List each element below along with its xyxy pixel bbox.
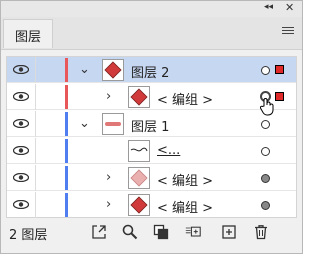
layer-thumbnail — [102, 113, 124, 135]
layer-row[interactable]: › < 编组 > — [7, 165, 296, 191]
search-icon[interactable] — [122, 224, 138, 240]
layer-row[interactable]: ⌄ 图层 1 — [7, 111, 296, 137]
divider — [35, 165, 36, 191]
selection-indicator[interactable] — [275, 65, 284, 74]
chevron-right-icon[interactable]: › — [106, 170, 111, 186]
layer-color-bar — [65, 58, 68, 82]
layer-row[interactable]: ⌄ 图层 2 — [7, 57, 296, 83]
layer-color-bar — [65, 166, 68, 190]
chevron-right-icon[interactable]: › — [106, 197, 111, 213]
chevron-down-icon[interactable]: ⌄ — [79, 62, 90, 78]
clipping-mask-icon[interactable] — [153, 224, 169, 240]
new-layer-icon[interactable] — [221, 224, 237, 240]
trash-icon[interactable] — [253, 224, 269, 240]
target-circle[interactable] — [261, 147, 270, 156]
layer-color-bar — [65, 139, 68, 163]
tab-row: 图层 — [1, 17, 302, 50]
layer-color-bar — [65, 112, 68, 136]
layer-list: ⌄ 图层 2 › < 编组 > ⌄ 图层 1 <... › < 编组 > › <… — [6, 56, 297, 218]
chevron-right-icon[interactable]: › — [106, 89, 111, 105]
chevron-down-icon[interactable]: ⌄ — [79, 116, 90, 132]
layer-thumbnail — [128, 167, 150, 189]
layer-row[interactable]: › < 编组 > — [7, 192, 296, 218]
layer-thumbnail — [128, 194, 150, 216]
eye-icon[interactable] — [13, 119, 29, 128]
layer-thumbnail — [128, 86, 150, 108]
layers-panel: ◂◂ ✕ 图层 ⌄ 图层 2 › < 编组 > ⌄ 图层 1 <... › < … — [0, 0, 303, 254]
layer-color-bar — [65, 193, 68, 217]
eye-icon[interactable] — [13, 92, 29, 101]
hamburger-icon[interactable] — [282, 27, 294, 37]
new-sublayer-icon[interactable] — [185, 224, 201, 240]
layer-thumbnail — [102, 59, 124, 81]
layer-label[interactable]: <... — [157, 143, 180, 158]
divider — [35, 57, 36, 83]
layer-label[interactable]: < 编组 > — [157, 89, 213, 108]
eye-icon[interactable] — [13, 146, 29, 155]
divider — [35, 138, 36, 164]
target-circle[interactable] — [261, 174, 270, 183]
layer-count: 2 图层 — [9, 228, 48, 243]
layer-row[interactable]: › < 编组 > — [7, 84, 296, 116]
eye-icon[interactable] — [13, 65, 29, 74]
layer-color-bar — [65, 85, 68, 109]
divider — [35, 84, 36, 110]
title-bar: ◂◂ ✕ — [1, 1, 302, 17]
divider — [35, 192, 36, 218]
bottom-toolbar: 2 图层 — [1, 219, 302, 245]
eye-icon[interactable] — [13, 200, 29, 209]
tab-label: 图层 — [15, 30, 42, 45]
target-circle[interactable] — [261, 201, 270, 210]
target-circle[interactable] — [261, 120, 270, 129]
layer-label[interactable]: 图层 1 — [131, 116, 169, 135]
divider — [35, 111, 36, 137]
layer-label[interactable]: 图层 2 — [131, 62, 169, 81]
eye-icon[interactable] — [13, 173, 29, 182]
double-chevron-icon[interactable]: ◂◂ — [264, 2, 273, 12]
layer-label[interactable]: < 编组 > — [157, 170, 213, 189]
target-circle[interactable] — [261, 66, 270, 75]
layer-thumbnail — [128, 140, 150, 162]
layer-row[interactable]: <... — [7, 138, 296, 164]
tab-layers[interactable]: 图层 — [3, 19, 53, 48]
layer-label[interactable]: < 编组 > — [157, 197, 213, 216]
export-icon[interactable] — [91, 224, 107, 240]
close-icon[interactable]: ✕ — [285, 1, 294, 14]
